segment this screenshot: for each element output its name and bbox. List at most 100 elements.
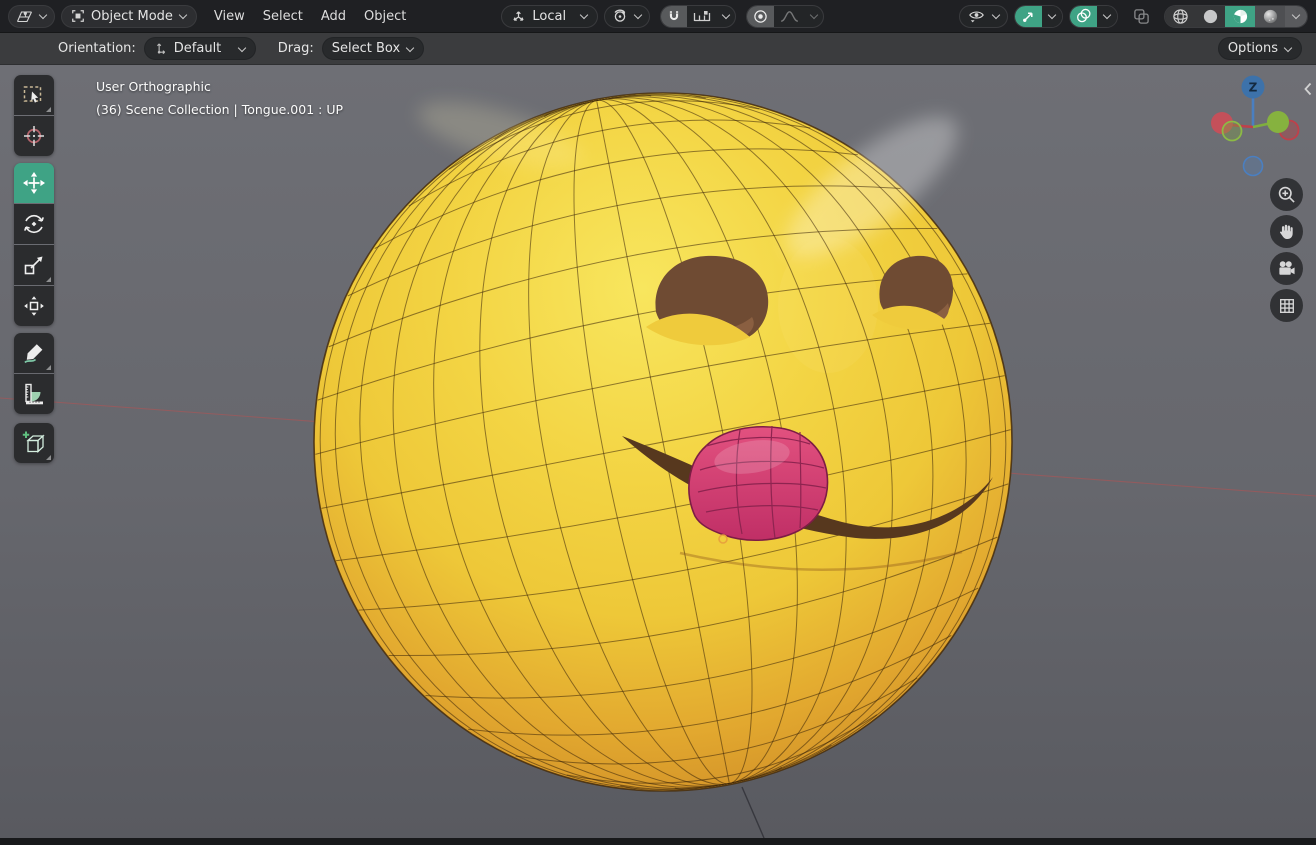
viewport-nav-controls <box>1270 178 1303 322</box>
tool-transform[interactable] <box>14 286 54 326</box>
shading-wireframe-icon <box>1172 8 1188 24</box>
gizmo-settings-dropdown[interactable] <box>1042 5 1062 27</box>
viewport-overlay-text: User Orthographic (36) Scene Collection … <box>96 75 343 121</box>
mode-dropdown[interactable]: Object Mode <box>61 4 197 28</box>
chevron-down-icon <box>722 12 730 20</box>
drag-label: Drag: <box>277 41 314 56</box>
add-cube-icon <box>22 431 45 453</box>
axis-navigation-gizmo[interactable]: Z <box>1196 65 1316 185</box>
tool-cursor[interactable] <box>14 116 54 156</box>
chevron-down-icon <box>1048 12 1056 20</box>
options-dropdown[interactable]: Options <box>1217 37 1302 60</box>
tool-measure[interactable] <box>14 374 54 414</box>
perspective-toggle-button[interactable] <box>1270 289 1303 322</box>
tool-rotate[interactable] <box>14 204 54 244</box>
snap-toggle-button[interactable] <box>661 5 688 27</box>
open-sidebar-arrow[interactable] <box>1301 78 1315 100</box>
menu-select[interactable]: Select <box>254 4 312 29</box>
show-overlays-toggle[interactable] <box>1070 5 1097 27</box>
orientation-value: Default <box>173 41 222 56</box>
pan-button[interactable] <box>1270 215 1303 248</box>
shading-material-preview-icon <box>1233 9 1247 23</box>
emoji-sphere-object[interactable] <box>254 65 1072 838</box>
toggle-xray-button[interactable] <box>1128 5 1154 28</box>
snap-increment-icon <box>694 10 711 21</box>
cursor-icon <box>24 126 44 146</box>
transform-orientation-icon <box>513 10 524 21</box>
gizmo-axis-y[interactable] <box>1267 111 1289 133</box>
transform-icon <box>24 296 44 316</box>
proportional-edit-group <box>746 4 825 28</box>
hand-icon <box>1280 224 1293 240</box>
transform-orientation-label: Local <box>532 8 567 24</box>
show-gizmo-toggle[interactable] <box>1015 5 1042 27</box>
transform-orientation-dropdown[interactable]: Local <box>501 4 599 28</box>
proportional-editing-toggle[interactable] <box>747 5 775 27</box>
options-label: Options <box>1227 41 1278 56</box>
window-bottom-edge <box>0 838 1316 845</box>
shading-rendered-button[interactable] <box>1255 5 1285 27</box>
tool-scale[interactable] <box>14 245 54 285</box>
scene-canvas[interactable] <box>0 65 1316 838</box>
pivot-point-icon <box>614 9 626 22</box>
orientation-dropdown[interactable]: Default <box>143 37 256 60</box>
tool-annotate[interactable] <box>14 333 54 373</box>
tool-settings-bar: Orientation: Default Drag: Select Box Op… <box>0 33 1316 65</box>
blender-window: Object Mode View Select Add Object Local <box>0 0 1316 845</box>
camera-icon <box>1279 261 1295 275</box>
gizmo-axis-z[interactable]: Z <box>1241 75 1265 99</box>
scale-icon <box>24 256 43 275</box>
tool-select-box[interactable] <box>14 75 54 115</box>
chevron-down-icon <box>992 12 1000 20</box>
viewport-3d[interactable]: User Orthographic (36) Scene Collection … <box>0 65 1316 838</box>
rotate-icon <box>24 214 44 234</box>
measure-icon <box>25 383 43 405</box>
gizmo-axis-y-negative[interactable] <box>1221 120 1243 142</box>
show-overlays-icon <box>1077 8 1091 23</box>
chevron-down-icon <box>810 12 818 20</box>
tool-move[interactable] <box>14 163 54 203</box>
camera-view-button[interactable] <box>1270 252 1303 285</box>
shading-settings-dropdown[interactable] <box>1285 5 1307 27</box>
drag-value: Select Box <box>331 41 401 56</box>
tool-add-cube[interactable] <box>14 423 54 463</box>
snap-settings-dropdown[interactable] <box>717 6 735 27</box>
menu-bar: View Select Add Object <box>205 4 415 29</box>
falloff-curve-icon <box>781 10 799 22</box>
nose-bump-shading <box>778 237 878 373</box>
chevron-down-icon <box>1284 45 1292 53</box>
proportional-falloff-dropdown[interactable] <box>805 6 823 27</box>
editor-type-button[interactable] <box>8 4 55 28</box>
menu-object[interactable]: Object <box>355 4 415 29</box>
shading-material-preview-button[interactable] <box>1225 5 1255 27</box>
move-icon <box>23 172 45 194</box>
view-name-text: User Orthographic <box>96 79 211 94</box>
overlays-toggle-group <box>1069 4 1118 28</box>
chevron-down-icon <box>179 12 187 20</box>
shading-wireframe-button[interactable] <box>1165 5 1195 27</box>
xray-icon <box>1133 8 1149 24</box>
object-visibility-dropdown[interactable] <box>959 4 1008 28</box>
toolbar <box>14 75 54 470</box>
proportional-falloff-button[interactable] <box>774 6 805 27</box>
zoom-button[interactable] <box>1270 178 1303 211</box>
chevron-down-icon <box>1292 12 1300 20</box>
shading-solid-icon <box>1203 9 1217 23</box>
orientation-default-icon <box>156 43 165 55</box>
orientation-label: Orientation: <box>58 41 136 56</box>
mode-label: Object Mode <box>91 8 173 24</box>
tongue-object[interactable] <box>688 425 829 542</box>
snap-with-button[interactable] <box>687 6 717 27</box>
3d-viewport-editor-icon <box>16 10 32 22</box>
drag-dropdown[interactable]: Select Box <box>321 37 425 60</box>
shading-mode-group <box>1164 4 1308 28</box>
chevron-down-icon <box>39 12 47 20</box>
shading-solid-button[interactable] <box>1195 5 1225 27</box>
gizmo-axis-z-negative[interactable] <box>1242 155 1264 177</box>
object-mode-icon <box>72 10 84 22</box>
chevron-down-icon <box>580 12 588 20</box>
menu-view[interactable]: View <box>205 4 254 29</box>
overlays-settings-dropdown[interactable] <box>1097 5 1117 27</box>
pivot-point-dropdown[interactable] <box>604 4 651 28</box>
menu-add[interactable]: Add <box>312 4 355 29</box>
